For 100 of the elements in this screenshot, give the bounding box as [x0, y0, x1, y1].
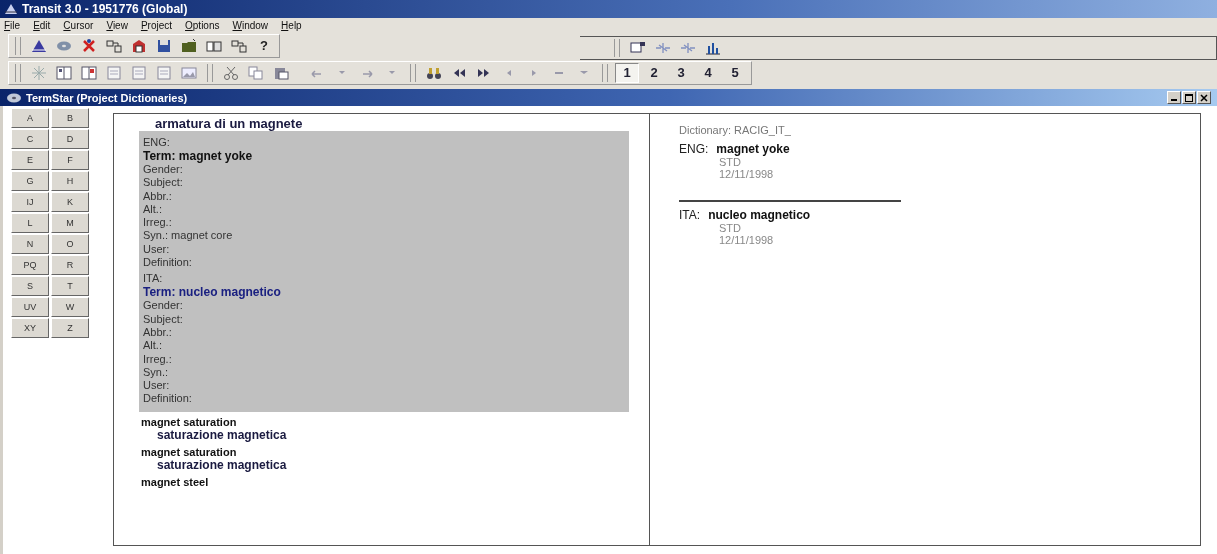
disc-icon: [6, 91, 22, 104]
term-text: magnet yoke: [716, 142, 790, 156]
letter-button[interactable]: H: [51, 171, 89, 191]
field-label: Definition:: [143, 392, 193, 406]
page-button[interactable]: 4: [696, 62, 720, 83]
document-icon: [156, 64, 172, 81]
linked-boxes-icon: [231, 37, 247, 54]
date-text: 12/11/1998: [718, 234, 775, 246]
menu-item[interactable]: View: [106, 19, 128, 31]
letter-button[interactable]: PQ: [11, 255, 49, 275]
play-icon: [532, 69, 536, 76]
field-label: User:: [143, 379, 171, 393]
page-button[interactable]: 2: [642, 62, 666, 83]
field-label: Alt.:: [143, 202, 163, 217]
letter-button[interactable]: A: [11, 108, 49, 128]
document-icon: [131, 64, 147, 81]
letter-button[interactable]: UV: [11, 297, 49, 317]
term-list-item[interactable]: magnet saturation: [139, 445, 629, 458]
status-text: STD: [718, 222, 742, 234]
term-list-item[interactable]: magnet steel: [139, 475, 629, 488]
language-label: ENG:: [143, 135, 171, 149]
translation-text: saturazione magnetica: [157, 457, 288, 472]
language-label: ENG:: [679, 142, 709, 156]
triangle-icon: [4, 3, 18, 15]
field-label: Irreg.:: [143, 216, 173, 230]
field-label: Syn.: magnet core: [143, 229, 234, 243]
field-label: Irreg.:: [143, 352, 173, 366]
help-button[interactable]: ?: [253, 35, 275, 56]
child-window-title: TermStar (Project Dictionaries): [26, 91, 188, 104]
menu-item[interactable]: Help: [281, 19, 302, 31]
letter-button[interactable]: M: [51, 213, 89, 233]
split-view-icon: [81, 64, 97, 81]
letter-button[interactable]: S: [11, 276, 49, 296]
translation-text: saturazione magnetica: [157, 427, 288, 442]
save-icon: [156, 37, 172, 54]
document-icon: [106, 64, 122, 81]
letter-button[interactable]: B: [51, 108, 89, 128]
dash-icon: [555, 71, 563, 74]
field-label: Subject:: [143, 312, 184, 326]
page-button[interactable]: 1: [615, 62, 639, 83]
letter-button[interactable]: O: [51, 234, 89, 254]
split-view-icon: [56, 64, 72, 81]
letter-button[interactable]: N: [11, 234, 49, 254]
letter-button[interactable]: F: [51, 150, 89, 170]
language-label: ITA:: [143, 271, 164, 286]
term-label: Term: magnet yoke: [143, 149, 254, 163]
letter-button[interactable]: K: [51, 192, 89, 212]
field-label: Abbr.:: [143, 189, 173, 203]
menu-item[interactable]: Edit: [33, 19, 51, 31]
dictionary-label: Dictionary: RACIG_IT_: [679, 124, 792, 136]
caret-icon: [339, 71, 345, 74]
field-label: Syn.:: [143, 365, 170, 380]
letter-button[interactable]: Z: [51, 318, 89, 338]
bar-chart-icon: [705, 40, 721, 56]
field-label: User:: [143, 242, 171, 257]
back-icon: [507, 69, 511, 76]
letter-button[interactable]: XY: [11, 318, 49, 338]
sparkle-icon: [31, 64, 47, 81]
folder-icon: [181, 37, 197, 54]
linked-boxes-icon: [106, 37, 122, 54]
close-icon: [1200, 93, 1208, 102]
caret-icon: [389, 71, 395, 74]
menu-item[interactable]: Window: [232, 19, 269, 31]
field-label: Abbr.:: [143, 325, 173, 340]
letter-button[interactable]: W: [51, 297, 89, 317]
arrows-icon: [655, 40, 671, 56]
letter-button[interactable]: C: [11, 129, 49, 149]
page-button[interactable]: 3: [669, 62, 693, 83]
menu-item[interactable]: Options: [185, 19, 220, 31]
letter-button[interactable]: D: [51, 129, 89, 149]
term-list-item[interactable]: magnet saturation: [139, 415, 629, 428]
language-label: ITA:: [679, 208, 701, 222]
maximize-button[interactable]: [1182, 91, 1196, 104]
arrows-icon: [680, 40, 696, 56]
letter-button[interactable]: E: [11, 150, 49, 170]
cross-figure-icon: [81, 37, 97, 54]
status-text: STD: [718, 156, 742, 168]
menu-item[interactable]: File: [4, 19, 21, 31]
down-triangle-icon: [580, 71, 588, 74]
letter-button[interactable]: L: [11, 213, 49, 233]
close-button[interactable]: [1197, 91, 1211, 104]
minimize-button[interactable]: [1167, 91, 1181, 104]
letter-button[interactable]: IJ: [11, 192, 49, 212]
page-button[interactable]: 5: [723, 62, 747, 83]
scissors-icon: [223, 64, 239, 81]
minimize-icon: [1171, 99, 1177, 101]
window-title: Transit 3.0 - 1951776 (Global): [22, 2, 188, 16]
image-icon: [181, 64, 197, 81]
field-label: Definition:: [143, 256, 193, 270]
letter-button[interactable]: T: [51, 276, 89, 296]
letter-button[interactable]: R: [51, 255, 89, 275]
field-label: Subject:: [143, 176, 184, 190]
menu-item[interactable]: Project: [140, 19, 173, 31]
entry-heading: armatura di un magnete: [154, 116, 304, 131]
copy-icon: [248, 64, 264, 81]
menu-item[interactable]: Cursor: [63, 19, 94, 31]
letter-button[interactable]: G: [11, 171, 49, 191]
field-label: Gender:: [143, 299, 184, 313]
maximize-icon: [1185, 93, 1193, 102]
field-label: Gender:: [143, 163, 184, 177]
